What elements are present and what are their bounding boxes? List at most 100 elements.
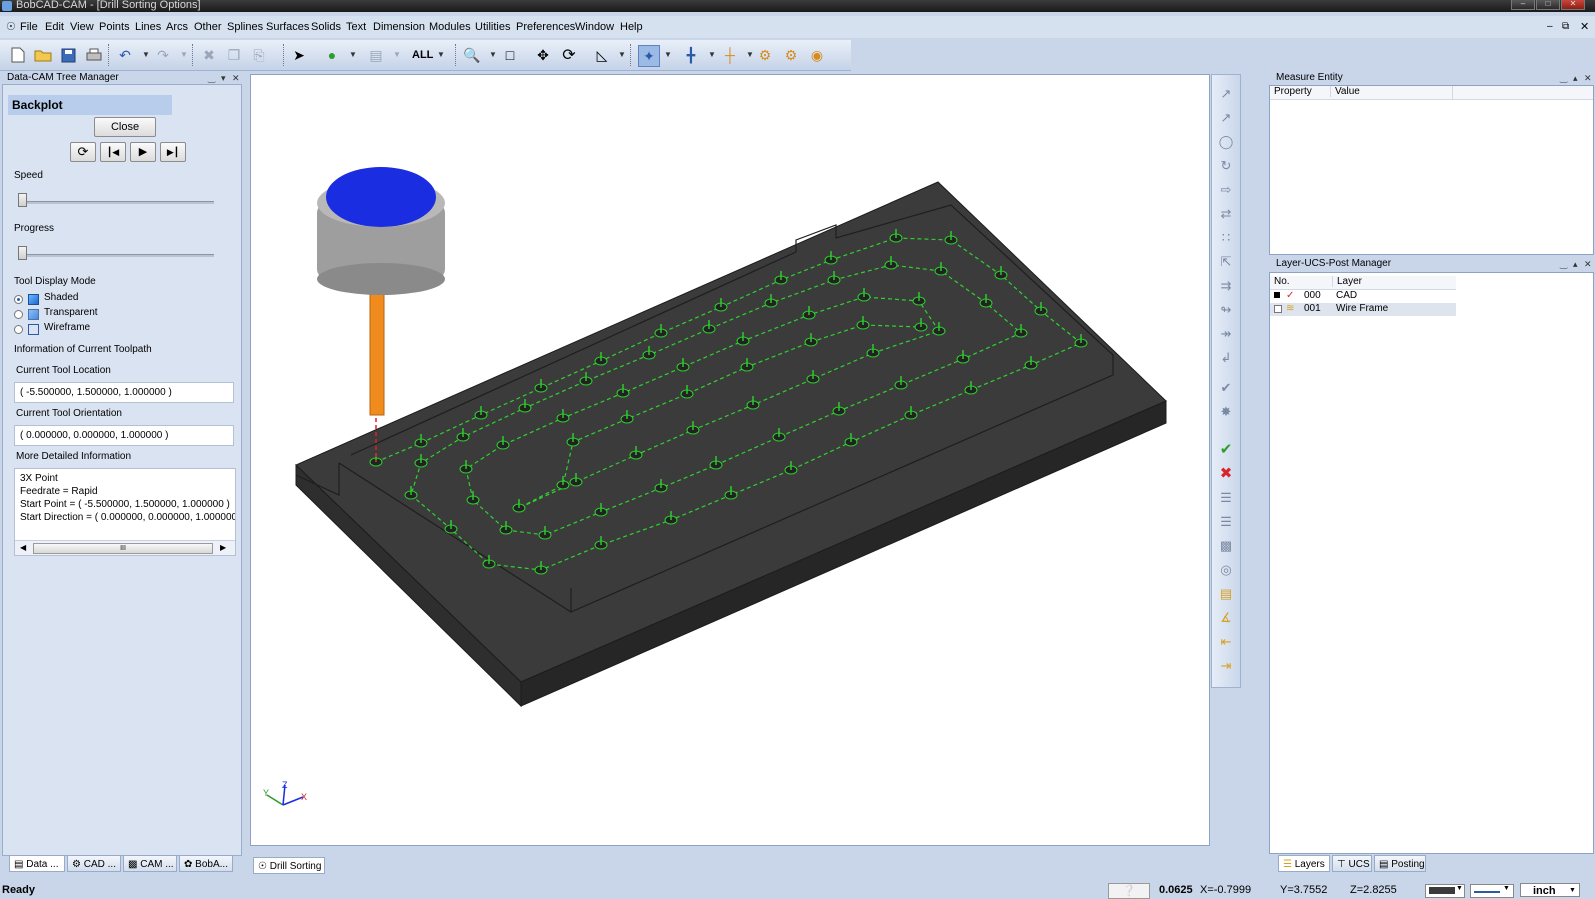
menu-splines[interactable]: Splines bbox=[227, 21, 263, 33]
progress-slider[interactable] bbox=[18, 246, 214, 260]
ruler-icon[interactable]: ▤ bbox=[1216, 585, 1236, 603]
horizontal-scrollbar[interactable]: ◀ III ▶ bbox=[15, 540, 235, 555]
property-column-header[interactable]: Property bbox=[1274, 86, 1312, 97]
offset-tool-icon[interactable]: ⇉ bbox=[1216, 277, 1236, 295]
scroll-thumb[interactable]: III bbox=[33, 543, 213, 554]
speed-slider[interactable] bbox=[18, 193, 214, 207]
layers-stack-icon[interactable]: ☰ bbox=[1216, 513, 1236, 531]
tool-location-field[interactable]: ( -5.500000, 1.500000, 1.000000 ) bbox=[14, 382, 234, 403]
scale-tool-icon[interactable]: ⇱ bbox=[1216, 253, 1236, 271]
open-folder-icon[interactable] bbox=[33, 45, 53, 65]
solid-mill-alt-icon[interactable]: ⚙ bbox=[781, 45, 801, 65]
accept-icon[interactable]: ✔ bbox=[1216, 441, 1236, 459]
document-menu-icon[interactable]: ☉ bbox=[6, 20, 16, 33]
list-icon[interactable]: ☰ bbox=[1216, 489, 1236, 507]
array-tool-icon[interactable]: ∷ bbox=[1216, 229, 1236, 247]
menu-lines[interactable]: Lines bbox=[135, 21, 161, 33]
zoom-icon[interactable]: 🔍 bbox=[462, 45, 482, 65]
progress-slider-thumb[interactable] bbox=[18, 246, 27, 260]
menu-surfaces[interactable]: Surfaces bbox=[266, 21, 309, 33]
paste-icon[interactable]: ⎘ bbox=[249, 45, 269, 65]
print-icon[interactable] bbox=[84, 45, 104, 65]
tab-bobart[interactable]: ✿ BobA... bbox=[179, 855, 233, 872]
menu-dimension[interactable]: Dimension bbox=[373, 21, 425, 33]
mdi-close-icon[interactable]: ✕ bbox=[1580, 20, 1589, 33]
play-button[interactable]: ▶ bbox=[130, 142, 156, 162]
transparent-radio[interactable] bbox=[14, 310, 23, 319]
minimize-icon[interactable]: – bbox=[1511, 0, 1535, 10]
fillet-tool-icon[interactable]: ↲ bbox=[1216, 349, 1236, 367]
circle-tool-icon[interactable]: ◯ bbox=[1216, 133, 1236, 151]
menu-arcs[interactable]: Arcs bbox=[166, 21, 188, 33]
surface-icon[interactable]: ▩ bbox=[1216, 537, 1236, 555]
menu-preferences[interactable]: Preferences bbox=[516, 21, 575, 33]
unit-dropdown-icon[interactable]: ▼ bbox=[1569, 884, 1576, 898]
layer-menu-icon[interactable]: ▴ bbox=[1573, 257, 1578, 271]
menu-solids[interactable]: Solids bbox=[311, 21, 341, 33]
delete-icon[interactable]: ✖ bbox=[199, 45, 219, 65]
grid-value[interactable]: 0.0625 bbox=[1159, 884, 1193, 896]
edit-disabled-icon[interactable]: ✸ bbox=[1216, 403, 1236, 421]
select-filter-icon[interactable]: ▤ bbox=[366, 45, 386, 65]
snap-icon[interactable]: ✦ bbox=[638, 45, 660, 67]
detailed-info-box[interactable]: 3X Point Feedrate = Rapid Start Point = … bbox=[14, 468, 236, 556]
pin-icon[interactable]: ‿ bbox=[208, 71, 215, 85]
loop-button[interactable]: ⟳ bbox=[70, 142, 96, 162]
menu-modules[interactable]: Modules bbox=[429, 21, 471, 33]
trim-tool-icon[interactable]: ↬ bbox=[1216, 301, 1236, 319]
help-icon[interactable]: ❔ bbox=[1108, 883, 1150, 899]
select-all-dropdown-icon[interactable]: ▼ bbox=[437, 50, 445, 59]
menu-utilities[interactable]: Utilities bbox=[475, 21, 510, 33]
measure-angle-icon[interactable]: ∡ bbox=[1216, 609, 1236, 627]
measure-pin-icon[interactable]: ‿ bbox=[1560, 71, 1567, 85]
cancel-icon[interactable]: ✖ bbox=[1216, 465, 1236, 483]
ucs-icon[interactable]: ╋ bbox=[681, 45, 701, 65]
undo-dropdown-icon[interactable]: ▼ bbox=[142, 50, 150, 59]
menu-file[interactable]: File bbox=[20, 21, 38, 33]
layer-close-icon[interactable]: ✕ bbox=[1584, 257, 1592, 271]
tab-cam[interactable]: ▩ CAM ... bbox=[123, 855, 177, 872]
undo-icon[interactable]: ↶ bbox=[115, 45, 135, 65]
layer-column-header[interactable]: Layer bbox=[1332, 276, 1362, 287]
ucs-dropdown-icon[interactable]: ▼ bbox=[708, 50, 716, 59]
measure-close-icon[interactable]: ✕ bbox=[1584, 71, 1592, 85]
view-orientation-dropdown-icon[interactable]: ▼ bbox=[618, 50, 626, 59]
close-button[interactable]: Close bbox=[94, 117, 156, 137]
menu-help[interactable]: Help bbox=[620, 21, 643, 33]
redo-icon[interactable]: ↷ bbox=[153, 45, 173, 65]
select-filter-dropdown-icon[interactable]: ▼ bbox=[393, 50, 401, 59]
line-style-picker[interactable]: ▼ bbox=[1470, 884, 1514, 898]
pan-icon[interactable]: ✥ bbox=[533, 45, 553, 65]
menu-view[interactable]: View bbox=[70, 21, 94, 33]
tab-drill-sorting[interactable]: ☉ Drill Sorting ... bbox=[253, 857, 325, 874]
speed-slider-thumb[interactable] bbox=[18, 193, 27, 207]
line-style-dropdown-icon[interactable]: ▼ bbox=[1503, 885, 1510, 892]
value-column-header[interactable]: Value bbox=[1330, 86, 1360, 97]
zoom-window-icon[interactable]: □ bbox=[500, 45, 520, 65]
close-icon[interactable]: ✕ bbox=[1561, 0, 1585, 10]
unit-selector[interactable]: inch ▼ bbox=[1520, 883, 1580, 897]
stock-icon[interactable]: ◉ bbox=[807, 45, 827, 65]
menu-window[interactable]: Window bbox=[575, 21, 614, 33]
select-all-button[interactable]: ALL bbox=[412, 49, 433, 61]
check-disabled-icon[interactable]: ✔ bbox=[1216, 379, 1236, 397]
tool-orientation-field[interactable]: ( 0.000000, 0.000000, 1.000000 ) bbox=[14, 425, 234, 446]
snap-dropdown-icon[interactable]: ▼ bbox=[664, 50, 672, 59]
translate-tool-icon[interactable]: ⇨ bbox=[1216, 181, 1236, 199]
menu-other[interactable]: Other bbox=[194, 21, 222, 33]
scroll-left-icon[interactable]: ◀ bbox=[20, 541, 26, 554]
mdi-restore-icon[interactable]: ⧉ bbox=[1562, 21, 1569, 32]
shaded-radio[interactable] bbox=[14, 295, 23, 304]
measure-distance-icon[interactable]: ⇤ bbox=[1216, 633, 1236, 651]
table-row[interactable]: ✓ 000 CAD bbox=[1270, 290, 1456, 303]
redo-dropdown-icon[interactable]: ▼ bbox=[180, 50, 188, 59]
view-orientation-icon[interactable]: ◺ bbox=[592, 45, 612, 65]
panel-close-icon[interactable]: ✕ bbox=[232, 71, 240, 85]
measure-point-icon[interactable]: ⇥ bbox=[1216, 657, 1236, 675]
target-icon[interactable]: ◎ bbox=[1216, 561, 1236, 579]
rotate-tool-icon[interactable]: ↻ bbox=[1216, 157, 1236, 175]
extend-tool-icon[interactable]: ↠ bbox=[1216, 325, 1236, 343]
mdi-minimize-icon[interactable]: – bbox=[1547, 21, 1553, 32]
scroll-right-icon[interactable]: ▶ bbox=[220, 541, 226, 554]
axis-dropdown-icon[interactable]: ▼ bbox=[746, 50, 754, 59]
